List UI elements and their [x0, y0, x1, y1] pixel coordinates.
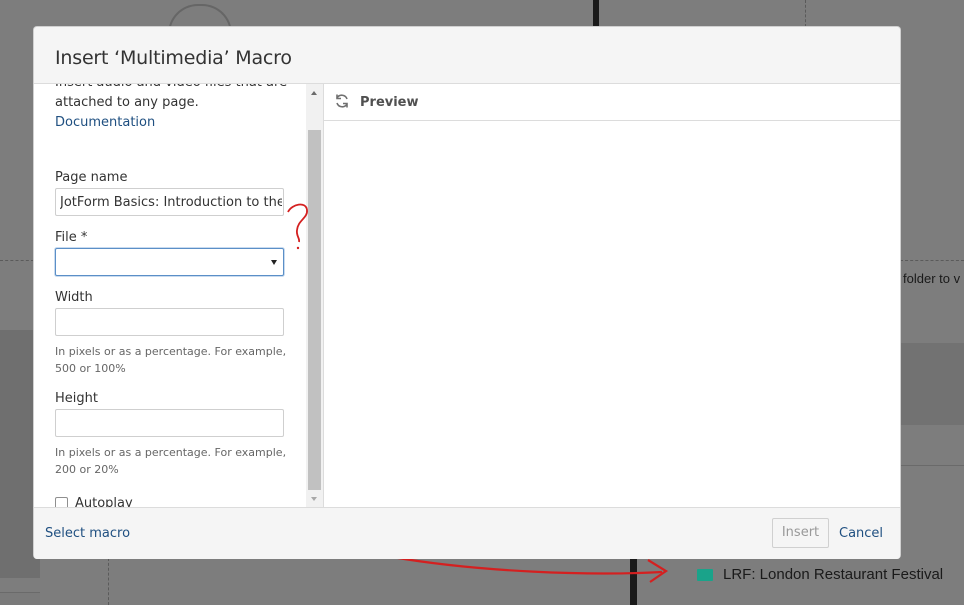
bg-dashed-h	[0, 260, 34, 261]
refresh-icon[interactable]	[334, 93, 350, 109]
width-hint: In pixels or as a percentage. For exampl…	[55, 343, 295, 377]
file-label: File *	[55, 230, 88, 245]
bg-vertical-bar	[593, 0, 599, 27]
page-name-input[interactable]: JotForm Basics: Introduction to the	[55, 188, 284, 216]
scroll-up-icon[interactable]	[311, 91, 317, 95]
macro-description: Insert audio and video files that are at…	[55, 84, 287, 133]
width-hint-line-2: 500 or 100%	[55, 362, 126, 375]
bg-right-line	[900, 465, 964, 466]
bg-dashed-line	[805, 0, 806, 27]
scroll-down-icon[interactable]	[311, 497, 317, 501]
bg-dashed-h-right	[900, 260, 964, 261]
height-hint-line-2: 200 or 20%	[55, 463, 119, 476]
height-label: Height	[55, 391, 98, 406]
chevron-down-icon	[271, 260, 277, 265]
width-input[interactable]	[55, 308, 284, 336]
autoplay-checkbox[interactable]	[55, 497, 68, 507]
folder-icon	[697, 569, 713, 581]
height-input[interactable]	[55, 409, 284, 437]
select-macro-link[interactable]: Select macro	[45, 526, 130, 541]
documentation-link[interactable]: Documentation	[55, 113, 287, 133]
description-line-1: Insert audio and video files that are	[55, 84, 287, 93]
dialog-footer: Select macro Insert Cancel	[34, 507, 900, 559]
parameters-scrollbar[interactable]	[306, 84, 323, 507]
description-line-2: attached to any page.	[55, 95, 199, 110]
bg-right-band	[900, 343, 964, 425]
bg-side-text: folder to v	[903, 271, 961, 286]
insert-macro-dialog: Insert ‘Multimedia’ Macro Insert audio a…	[34, 27, 900, 559]
page-name-label: Page name	[55, 170, 128, 185]
annotation-question-mark	[287, 203, 308, 250]
file-select[interactable]	[55, 248, 284, 276]
bg-left-strip	[0, 592, 40, 605]
height-hint-line-1: In pixels or as a percentage. For exampl…	[55, 446, 287, 459]
bg-list-item[interactable]: LRF: London Restaurant Festival	[723, 566, 943, 583]
page-name-value: JotForm Basics: Introduction to the	[60, 195, 282, 210]
macro-parameters-panel: Insert audio and video files that are at…	[34, 84, 306, 507]
bg-dashed-line-left	[108, 558, 109, 605]
preview-area	[324, 121, 900, 507]
preview-header: Preview	[324, 84, 900, 121]
scrollbar-thumb[interactable]	[308, 130, 321, 490]
dialog-title: Insert ‘Multimedia’ Macro	[55, 47, 292, 69]
height-hint: In pixels or as a percentage. For exampl…	[55, 444, 295, 478]
preview-label: Preview	[360, 95, 419, 110]
insert-button[interactable]: Insert	[772, 518, 829, 548]
cancel-link[interactable]: Cancel	[839, 526, 883, 541]
autoplay-label[interactable]: Autoplay	[75, 496, 133, 507]
width-label: Width	[55, 290, 93, 305]
width-hint-line-1: In pixels or as a percentage. For exampl…	[55, 345, 287, 358]
dialog-header: Insert ‘Multimedia’ Macro	[34, 27, 900, 84]
